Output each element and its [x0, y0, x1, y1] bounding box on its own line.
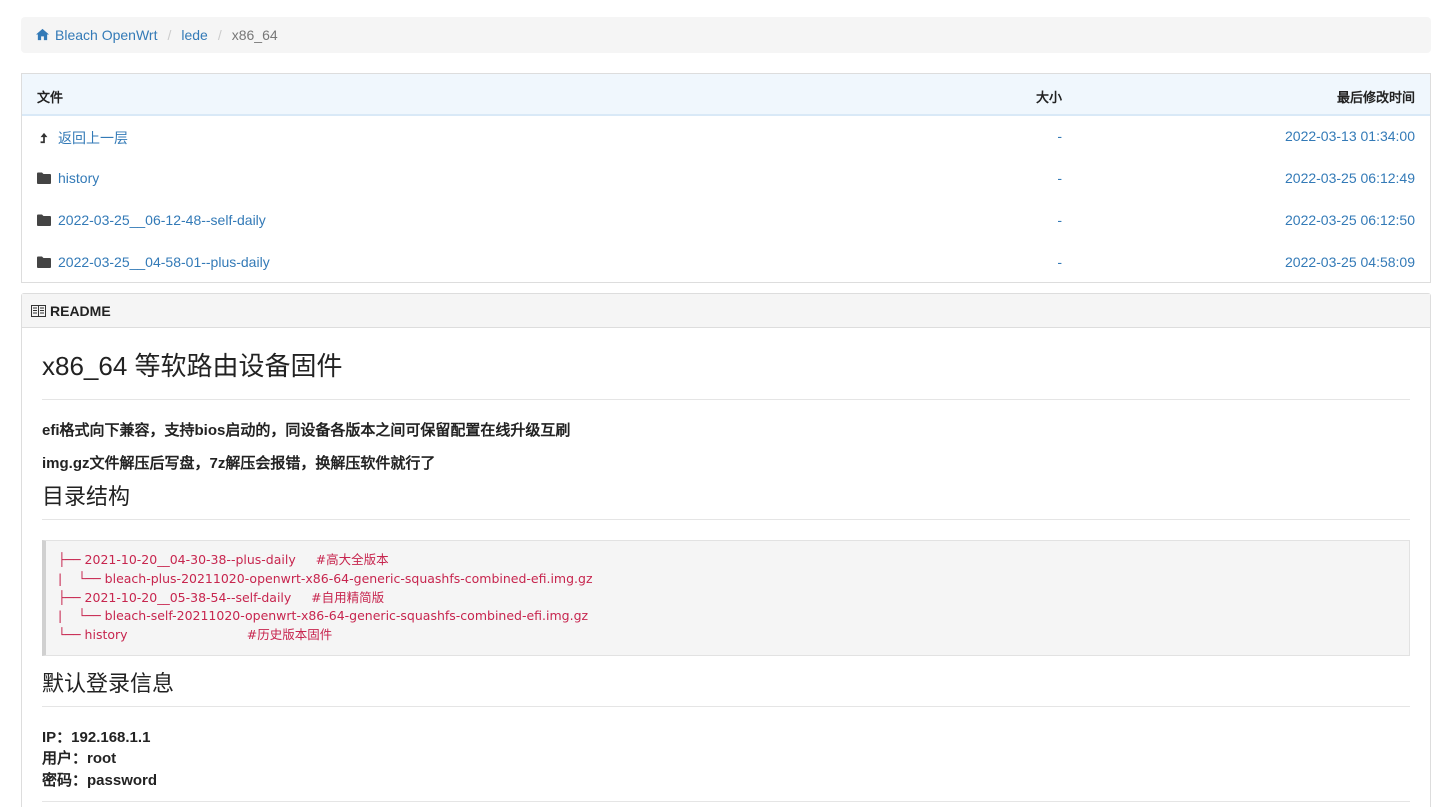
directory-tree-code: ├── 2021-10-20__04-30-38--plus-daily #高大…	[42, 540, 1410, 656]
column-header-size[interactable]: 大小	[1036, 87, 1062, 106]
readme-header-label: README	[50, 302, 111, 319]
login-password: 密码：password	[42, 771, 158, 789]
file-size: -	[1057, 254, 1062, 270]
column-header-name[interactable]: 文件	[37, 87, 63, 106]
tree-line: └── history #历史版本固件	[58, 627, 333, 643]
file-name-link[interactable]: 返回上一层	[58, 128, 128, 148]
readme-paragraph: efi格式向下兼容，支持bios启动的，同设备各版本之间可保留配置在线升级互刷	[42, 422, 571, 439]
folder-icon	[37, 172, 51, 184]
tree-line: | └── bleach-plus-20211020-openwrt-x86-6…	[58, 570, 593, 586]
login-ip: IP：192.168.1.1	[42, 728, 151, 746]
file-row-parent[interactable]: 返回上一层 - 2022-03-13 01:34:00	[22, 116, 1430, 158]
breadcrumb-current: x86_64	[231, 27, 278, 43]
tree-line: | └── bleach-self-20211020-openwrt-x86-6…	[58, 608, 589, 624]
file-modified: 2022-03-13 01:34:00	[1285, 128, 1415, 144]
file-name-link[interactable]: 2022-03-25__06-12-48--self-daily	[58, 212, 266, 228]
section-heading-tree: 目录结构	[42, 479, 1410, 520]
file-table: 文件 大小 最后修改时间 返回上一层 - 2022-03-13 01:34:00…	[21, 73, 1431, 283]
file-name-link[interactable]: history	[58, 170, 99, 186]
readme-header: README	[22, 294, 1430, 328]
breadcrumb-separator: /	[217, 27, 222, 43]
readme-body: x86_64 等软路由设备固件 efi格式向下兼容，支持bios启动的，同设备各…	[22, 346, 1430, 803]
readme-paragraph: img.gz文件解压后写盘，7z解压会报错，换解压软件就行了	[42, 455, 436, 472]
file-modified: 2022-03-25 06:12:49	[1285, 170, 1415, 186]
breadcrumb-home-label: Bleach OpenWrt	[55, 27, 158, 43]
section-heading-login: 默认登录信息	[42, 666, 1410, 707]
file-table-header: 文件 大小 最后修改时间	[22, 74, 1430, 116]
file-row[interactable]: 2022-03-25__04-58-01--plus-daily - 2022-…	[22, 242, 1430, 284]
file-size: -	[1057, 128, 1062, 144]
file-name-link[interactable]: 2022-03-25__04-58-01--plus-daily	[58, 254, 270, 270]
readme-panel: README x86_64 等软路由设备固件 efi格式向下兼容，支持bios启…	[21, 293, 1431, 807]
file-size: -	[1057, 212, 1062, 228]
folder-icon	[37, 214, 51, 226]
column-header-modified[interactable]: 最后修改时间	[1337, 87, 1415, 106]
home-icon	[36, 28, 49, 41]
login-user: 用户：root	[42, 750, 117, 768]
breadcrumb-lede-link[interactable]: lede	[181, 27, 207, 43]
breadcrumb-home-link[interactable]: Bleach OpenWrt	[35, 27, 157, 43]
file-row[interactable]: history - 2022-03-25 06:12:49	[22, 158, 1430, 200]
breadcrumb: Bleach OpenWrt / lede / x86_64	[21, 17, 1431, 53]
file-row[interactable]: 2022-03-25__06-12-48--self-daily - 2022-…	[22, 200, 1430, 242]
book-icon	[31, 304, 46, 317]
file-size: -	[1057, 170, 1062, 186]
file-modified: 2022-03-25 06:12:50	[1285, 212, 1415, 228]
login-info: IP：192.168.1.1 用户：root 密码：password	[42, 727, 1410, 803]
tree-line: ├── 2021-10-20__05-38-54--self-daily #自用…	[58, 589, 385, 605]
breadcrumb-separator: /	[167, 27, 172, 43]
folder-icon	[37, 256, 51, 268]
tree-line: ├── 2021-10-20__04-30-38--plus-daily #高大…	[58, 552, 389, 567]
level-up-icon	[40, 132, 48, 144]
file-modified: 2022-03-25 04:58:09	[1285, 254, 1415, 270]
readme-title: x86_64 等软路由设备固件	[42, 346, 1410, 400]
